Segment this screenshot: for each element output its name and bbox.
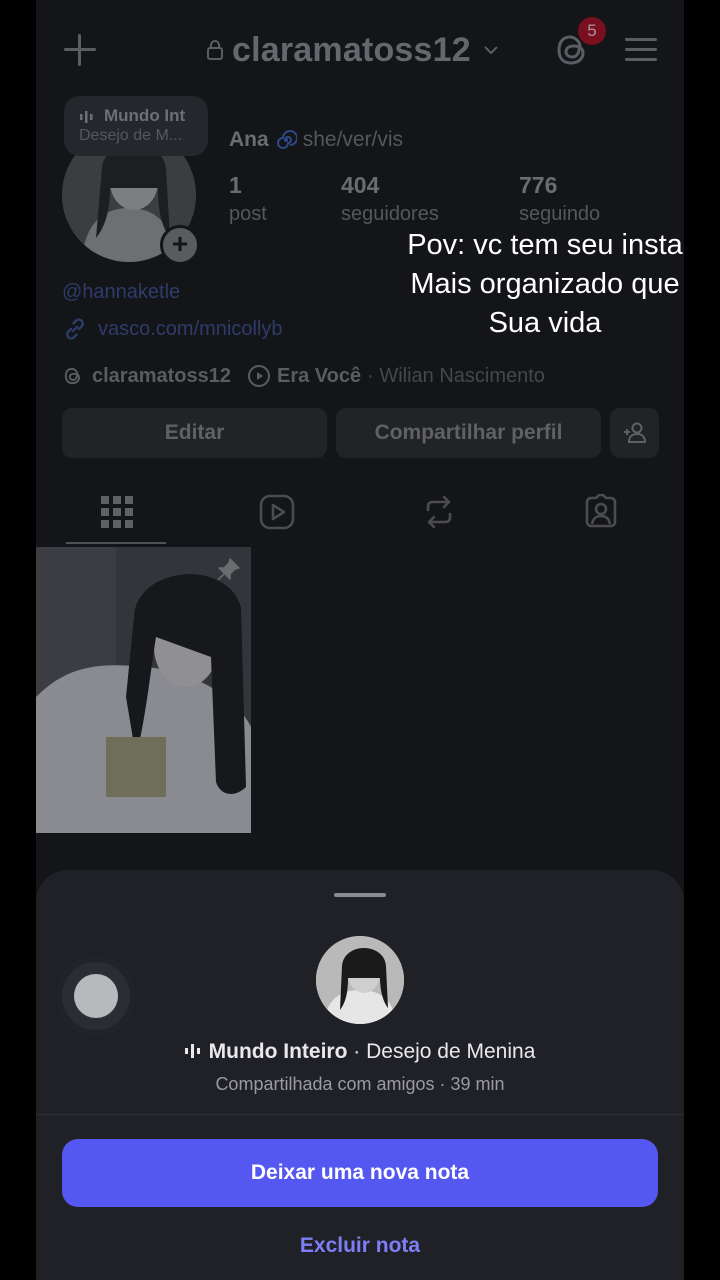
caption-line-3: Sua vida — [488, 307, 602, 339]
add-person-button[interactable] — [610, 408, 659, 458]
share-profile-button[interactable]: Compartilhar perfil — [336, 408, 601, 458]
tagged-icon — [585, 494, 617, 528]
sheet-drag-handle[interactable] — [334, 893, 386, 897]
tab-reels[interactable] — [196, 486, 358, 542]
tab-tagged[interactable] — [520, 486, 682, 542]
add-story-button[interactable]: + — [160, 225, 200, 265]
active-tab-indicator — [66, 542, 166, 544]
chevron-down-icon — [484, 46, 498, 55]
pronouns: she/ver/vis — [302, 128, 404, 151]
profile-meta-row: claramatoss12 Era Você · Wilian Nascimen… — [62, 364, 545, 388]
stat-followers[interactable]: 404 seguidores — [341, 172, 439, 226]
profile-tabs — [36, 486, 684, 546]
stat-following[interactable]: 776 seguindo — [519, 172, 600, 226]
header-username: claramatoss12 — [232, 30, 471, 69]
reposts-icon — [426, 495, 452, 529]
caption-line-1: Pov: vc tem seu insta — [407, 229, 683, 261]
caption-overlay: Pov: vc tem seu insta Mais organizado qu… — [380, 226, 710, 343]
sheet-song-line: Mundo Inteiro · Desejo de Menina — [36, 1040, 684, 1064]
bio-link-text: vasco.com/mnicollyb — [98, 317, 283, 340]
create-plus-icon[interactable] — [62, 32, 98, 68]
audio-note-button[interactable] — [62, 962, 130, 1030]
sheet-divider — [36, 1114, 684, 1115]
caption-line-2: Mais organizado que — [410, 268, 680, 300]
threads-small-icon — [64, 367, 81, 385]
profile-name-row: Ana she/ver/vis — [229, 128, 403, 152]
new-note-button[interactable]: Deixar uma nova nota — [62, 1139, 658, 1207]
bio-link[interactable]: vasco.com/mnicollyb — [62, 316, 283, 342]
audio-bars-icon — [184, 1044, 200, 1058]
spiral-emoji-icon — [276, 130, 297, 149]
note-avatar-photo — [316, 936, 404, 1024]
pinned-post[interactable] — [36, 547, 251, 833]
menu-icon[interactable] — [625, 36, 657, 64]
tab-reposts[interactable] — [358, 486, 520, 542]
pin-icon — [217, 558, 240, 581]
note-avatar — [316, 936, 404, 1024]
notification-badge: 5 — [578, 17, 606, 45]
note-bottom-sheet: Mundo Inteiro · Desejo de Menina Compart… — [36, 870, 684, 1280]
mention-handle[interactable]: @hannaketle — [62, 281, 180, 304]
stat-posts[interactable]: 1 post — [229, 172, 267, 226]
play-circle-icon — [247, 365, 270, 387]
audio-bars-icon — [80, 110, 93, 123]
sheet-song-title: Mundo Inteiro — [208, 1040, 348, 1063]
delete-note-button[interactable]: Excluir nota — [36, 1234, 684, 1258]
edit-profile-button[interactable]: Editar — [62, 408, 327, 458]
audio-circle-icon — [74, 974, 118, 1018]
top-bar: claramatoss12 5 — [36, 0, 684, 100]
link-icon — [66, 318, 84, 340]
music-artist: · Wilian Nascimento — [367, 364, 545, 387]
note-bubble[interactable]: Mundo Int Desejo de M... — [64, 96, 208, 156]
app-screen: claramatoss12 5 + Mundo Int Desejo de M.… — [36, 0, 684, 1280]
reels-icon — [259, 494, 295, 530]
music-title[interactable]: Era Você — [277, 365, 361, 388]
account-switcher[interactable]: claramatoss12 — [206, 28, 499, 72]
tab-grid[interactable] — [36, 486, 198, 542]
note-song-title: Mundo Int — [104, 106, 186, 125]
profile-name: Ana — [229, 128, 269, 151]
threads-handle[interactable]: claramatoss12 — [92, 365, 231, 388]
add-person-icon — [623, 422, 646, 443]
lock-icon — [207, 40, 223, 60]
post-photo — [36, 547, 251, 833]
sheet-song-artist: · Desejo de Menina — [347, 1040, 536, 1063]
note-song-artist: Desejo de M... — [79, 127, 183, 144]
grid-icon — [101, 496, 133, 528]
sheet-subtitle: Compartilhada com amigos · 39 min — [215, 1074, 505, 1094]
